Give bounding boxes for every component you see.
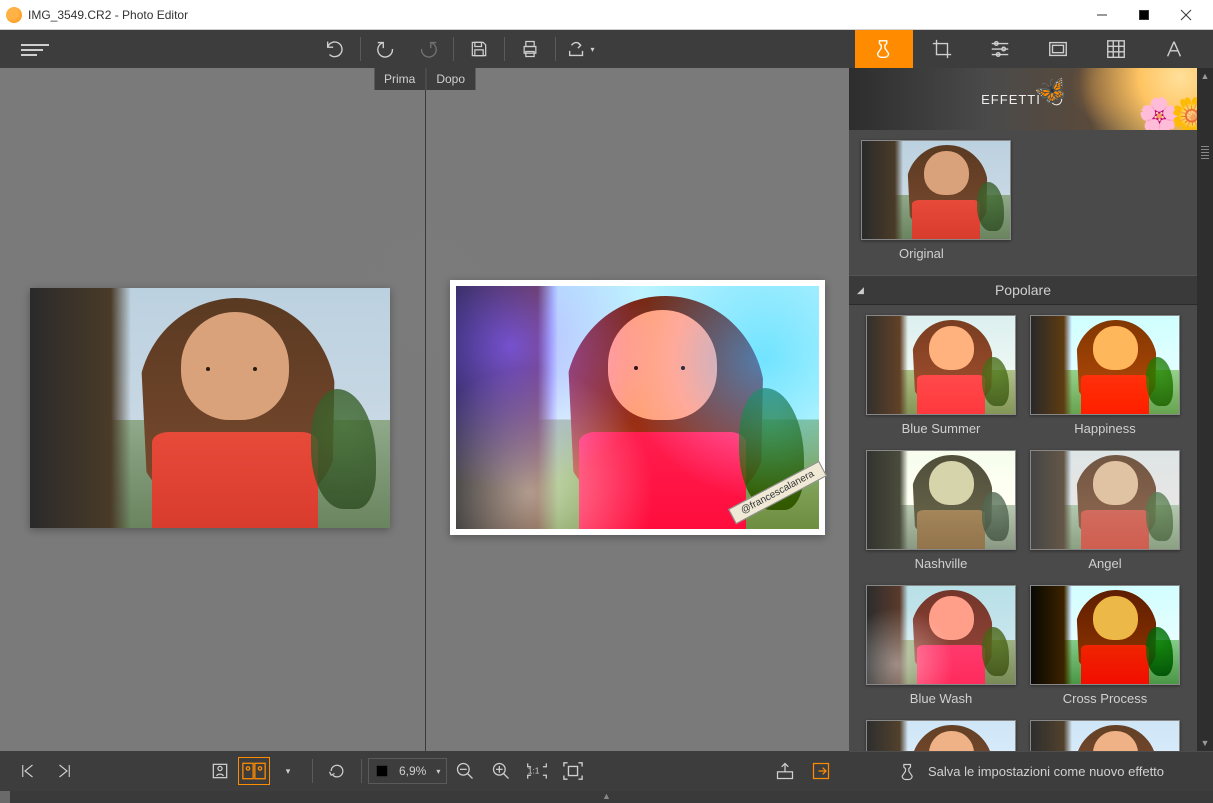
- split-divider[interactable]: [425, 68, 426, 751]
- original-thumbnail[interactable]: [861, 140, 1011, 240]
- effect-label: Happiness: [1074, 421, 1135, 436]
- flask-icon: [898, 762, 918, 782]
- effect-blue-wash[interactable]: [866, 585, 1016, 685]
- zoom-out-button[interactable]: [447, 751, 483, 791]
- effect-angel[interactable]: [1030, 450, 1180, 550]
- first-image-button[interactable]: [10, 751, 46, 791]
- effect-label: Blue Wash: [910, 691, 972, 706]
- before-label: Prima: [374, 68, 425, 90]
- flowers-icon: 🌸🌼: [1138, 96, 1197, 130]
- effect-partial-1[interactable]: [866, 720, 1016, 751]
- app-icon: [6, 7, 22, 23]
- save-button[interactable]: [458, 30, 500, 68]
- main-toolbar: ▾: [0, 30, 1213, 68]
- single-view-button[interactable]: [202, 751, 238, 791]
- effects-panel: 🦋 🌸🌼 EFFETTI Original ◢: [849, 68, 1213, 751]
- popular-section-label: Popolare: [995, 282, 1051, 298]
- collapse-chevron-icon: ◢: [857, 285, 864, 296]
- panel-scrollbar[interactable]: ▲ ▼: [1197, 68, 1213, 751]
- window-close-button[interactable]: [1165, 1, 1207, 29]
- window-maximize-button[interactable]: [1123, 1, 1165, 29]
- save-effect-button[interactable]: Salva le impostazioni come nuovo effetto: [849, 751, 1213, 791]
- zoom-in-button[interactable]: [483, 751, 519, 791]
- before-image: [30, 288, 390, 528]
- original-label: Original: [899, 246, 944, 261]
- bottom-toolbar: ▾ 6,9% ▾ 1:1: [0, 751, 849, 791]
- zoom-fit-button[interactable]: [555, 751, 591, 791]
- window-minimize-button[interactable]: [1081, 1, 1123, 29]
- effect-cross-process[interactable]: [1030, 585, 1180, 685]
- titlebar: IMG_3549.CR2 - Photo Editor: [0, 0, 1213, 30]
- mode-frame-tab[interactable]: [1029, 30, 1087, 68]
- popular-section-header[interactable]: ◢ Popolare: [849, 275, 1197, 305]
- revert-button[interactable]: [365, 30, 407, 68]
- mode-effects-tab[interactable]: [855, 30, 913, 68]
- hamburger-menu-button[interactable]: [10, 30, 60, 68]
- effect-label: Angel: [1088, 556, 1121, 571]
- grid-icon: [375, 764, 389, 778]
- rotate-button[interactable]: [319, 751, 355, 791]
- effect-label: Nashville: [915, 556, 968, 571]
- share-button[interactable]: ▾: [560, 30, 602, 68]
- redo-button[interactable]: [407, 30, 449, 68]
- split-view-button[interactable]: [238, 757, 270, 785]
- apply-button[interactable]: [803, 751, 839, 791]
- effects-header-label: EFFETTI: [981, 92, 1041, 107]
- scroll-down-icon[interactable]: ▼: [1197, 735, 1213, 751]
- export-button[interactable]: [767, 751, 803, 791]
- zoom-level-selector[interactable]: 6,9% ▾: [368, 758, 447, 784]
- effect-blue-summer[interactable]: [866, 315, 1016, 415]
- effect-happiness[interactable]: [1030, 315, 1180, 415]
- save-effect-label: Salva le impostazioni come nuovo effetto: [928, 764, 1164, 779]
- undo-button[interactable]: [314, 30, 356, 68]
- view-options-dropdown[interactable]: ▾: [270, 751, 306, 791]
- footer-handle[interactable]: [0, 791, 10, 803]
- zoom-actual-button[interactable]: 1:1: [519, 751, 555, 791]
- next-image-button[interactable]: [46, 751, 82, 791]
- expand-footer-icon[interactable]: ▲: [602, 791, 611, 801]
- scroll-up-icon[interactable]: ▲: [1197, 68, 1213, 84]
- mode-texture-tab[interactable]: [1087, 30, 1145, 68]
- mode-text-tab[interactable]: [1145, 30, 1203, 68]
- after-image: @francescalanera: [450, 280, 825, 535]
- canvas-area[interactable]: Prima Dopo @francescalanera: [0, 68, 849, 751]
- print-button[interactable]: [509, 30, 551, 68]
- footer-strip: ▲: [0, 791, 1213, 803]
- zoom-value: 6,9%: [399, 764, 426, 778]
- window-title: IMG_3549.CR2 - Photo Editor: [28, 8, 1081, 22]
- effects-panel-header: 🦋 🌸🌼 EFFETTI: [849, 68, 1197, 130]
- scroll-grip-icon[interactable]: [1201, 146, 1209, 160]
- effect-label: Cross Process: [1063, 691, 1148, 706]
- dropdown-caret-icon: ▾: [436, 767, 440, 776]
- effect-label: Blue Summer: [902, 421, 981, 436]
- mode-adjust-tab[interactable]: [971, 30, 1029, 68]
- effect-nashville[interactable]: [866, 450, 1016, 550]
- after-label: Dopo: [425, 68, 475, 90]
- mode-crop-tab[interactable]: [913, 30, 971, 68]
- effect-partial-2[interactable]: [1030, 720, 1180, 751]
